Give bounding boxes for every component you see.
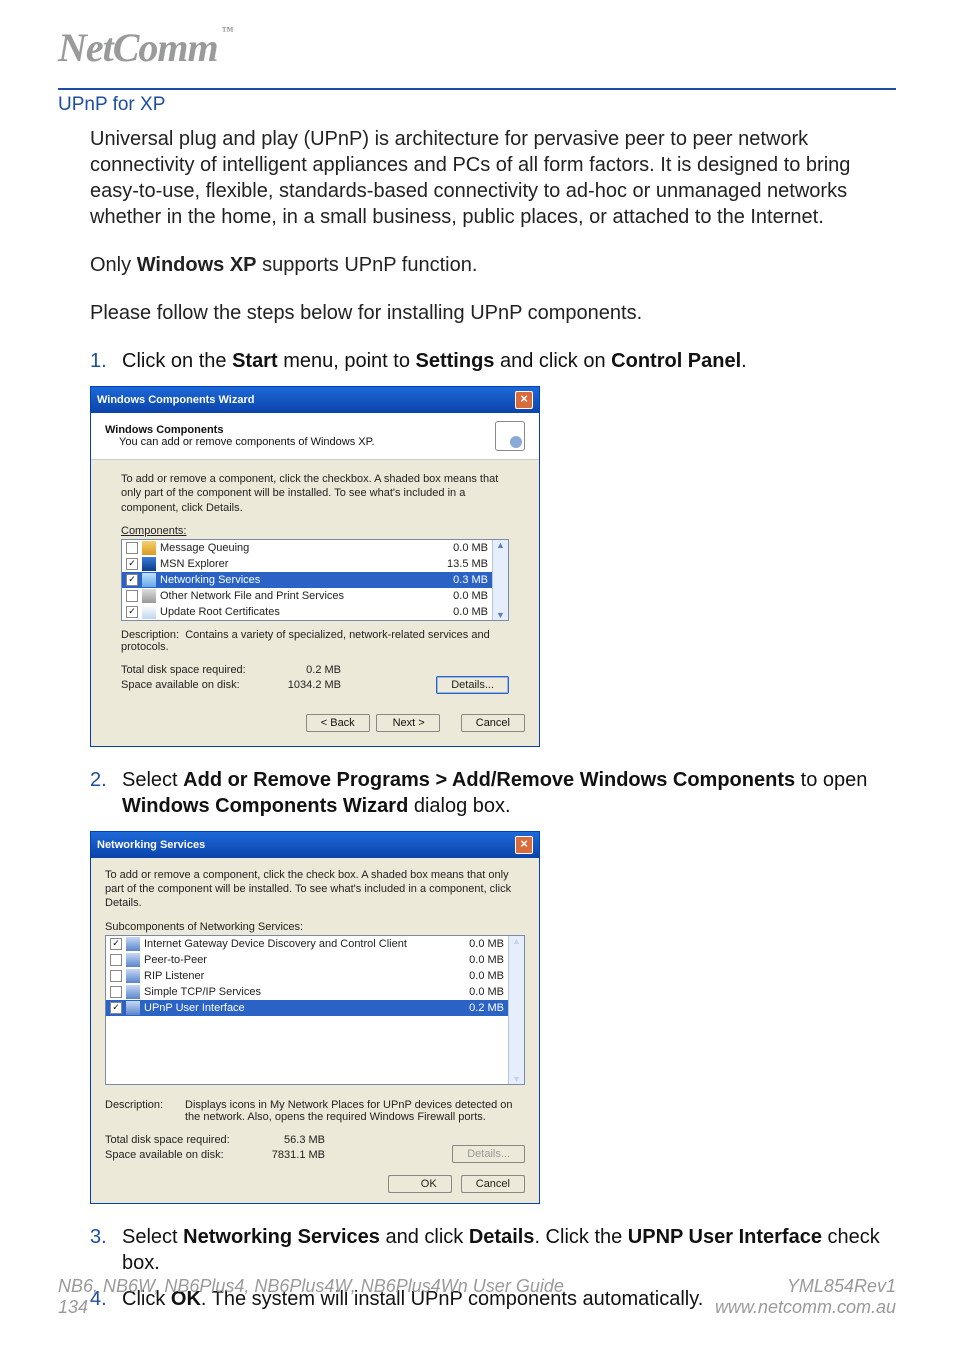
checkbox[interactable] bbox=[110, 954, 122, 966]
checkbox[interactable] bbox=[126, 590, 138, 602]
dialog-titlebar: Networking Services × bbox=[91, 832, 539, 858]
network-service-icon bbox=[126, 1001, 140, 1015]
description-text: Description: Contains a variety of speci… bbox=[121, 629, 509, 653]
checkbox[interactable] bbox=[110, 986, 122, 998]
only-xp-text: Only Windows XP supports UPnP function. bbox=[90, 252, 896, 278]
disk-space-stats: Total disk space required:56.3 MB Space … bbox=[105, 1133, 325, 1164]
scroll-down-icon[interactable]: ▼ bbox=[496, 610, 505, 620]
next-button[interactable]: Next > bbox=[376, 714, 440, 732]
step-2: 2. Select Add or Remove Programs > Add/R… bbox=[90, 767, 896, 819]
scroll-up-icon[interactable]: ▲ bbox=[512, 936, 521, 946]
back-button[interactable]: < Back bbox=[306, 714, 370, 732]
network-service-icon bbox=[126, 937, 140, 951]
list-item[interactable]: Message Queuing0.0 MB bbox=[122, 540, 492, 556]
components-label: Components: bbox=[121, 525, 509, 537]
section-title: UPnP for XP bbox=[58, 88, 896, 116]
close-icon[interactable]: × bbox=[515, 836, 533, 854]
cancel-button[interactable]: Cancel bbox=[461, 714, 525, 732]
windows-icon bbox=[495, 421, 525, 451]
checkbox[interactable] bbox=[110, 970, 122, 982]
scroll-down-icon[interactable]: ▼ bbox=[512, 1074, 521, 1084]
list-item[interactable]: Simple TCP/IP Services0.0 MB bbox=[106, 984, 508, 1000]
networking-services-dialog: Networking Services × To add or remove a… bbox=[90, 831, 540, 1205]
network-service-icon bbox=[126, 953, 140, 967]
checkbox[interactable] bbox=[126, 606, 138, 618]
step-3: 3. Select Networking Services and click … bbox=[90, 1224, 896, 1276]
windows-components-wizard-dialog: Windows Components Wizard × Windows Comp… bbox=[90, 386, 540, 747]
wizard-heading: Windows Components bbox=[105, 424, 375, 436]
networking-services-icon bbox=[142, 573, 156, 587]
msn-explorer-icon bbox=[142, 557, 156, 571]
checkbox[interactable] bbox=[126, 574, 138, 586]
checkbox[interactable] bbox=[110, 1002, 122, 1014]
scrollbar[interactable]: ▲▼ bbox=[508, 936, 524, 1084]
certificate-icon bbox=[142, 605, 156, 619]
list-item[interactable]: RIP Listener0.0 MB bbox=[106, 968, 508, 984]
description-text: Description: Displays icons in My Networ… bbox=[105, 1099, 525, 1123]
message-queuing-icon bbox=[142, 541, 156, 555]
details-button[interactable]: Details... bbox=[436, 676, 509, 694]
subcomponents-label: Subcomponents of Networking Services: bbox=[105, 921, 525, 933]
list-item[interactable]: MSN Explorer13.5 MB bbox=[122, 556, 492, 572]
list-item[interactable]: Other Network File and Print Services0.0… bbox=[122, 588, 492, 604]
ok-button[interactable]: OK bbox=[388, 1175, 452, 1193]
list-item[interactable]: Networking Services0.3 MB bbox=[122, 572, 492, 588]
step-1: 1. Click on the Start menu, point to Set… bbox=[90, 348, 896, 374]
brand-logo: NetComm™ bbox=[58, 24, 233, 71]
checkbox[interactable] bbox=[126, 558, 138, 570]
list-item[interactable]: Internet Gateway Device Discovery and Co… bbox=[106, 936, 508, 952]
network-service-icon bbox=[126, 969, 140, 983]
disk-space-stats: Total disk space required:0.2 MB Space a… bbox=[121, 663, 341, 694]
intro-text: Universal plug and play (UPnP) is archit… bbox=[90, 126, 896, 230]
dialog-titlebar: Windows Components Wizard × bbox=[91, 387, 539, 413]
scrollbar[interactable]: ▲▼ bbox=[492, 540, 508, 620]
network-service-icon bbox=[126, 985, 140, 999]
wizard-subheading: You can add or remove components of Wind… bbox=[119, 436, 375, 448]
instructions-text: To add or remove a component, click the … bbox=[121, 472, 509, 515]
file-print-services-icon bbox=[142, 589, 156, 603]
components-list[interactable]: Message Queuing0.0 MB MSN Explorer13.5 M… bbox=[121, 539, 509, 621]
list-item[interactable]: UPnP User Interface0.2 MB bbox=[106, 1000, 508, 1016]
list-item[interactable]: Update Root Certificates0.0 MB bbox=[122, 604, 492, 620]
checkbox[interactable] bbox=[110, 938, 122, 950]
cancel-button[interactable]: Cancel bbox=[461, 1175, 525, 1193]
checkbox[interactable] bbox=[126, 542, 138, 554]
close-icon[interactable]: × bbox=[515, 391, 533, 409]
list-item[interactable]: Peer-to-Peer0.0 MB bbox=[106, 952, 508, 968]
follow-steps-text: Please follow the steps below for instal… bbox=[90, 300, 896, 326]
instructions-text: To add or remove a component, click the … bbox=[105, 868, 525, 911]
details-button: Details... bbox=[452, 1145, 525, 1163]
scroll-up-icon[interactable]: ▲ bbox=[496, 540, 505, 550]
page-footer: NB6, NB6W, NB6Plus4, NB6Plus4W, NB6Plus4… bbox=[58, 1276, 896, 1318]
subcomponents-list[interactable]: Internet Gateway Device Discovery and Co… bbox=[105, 935, 525, 1085]
